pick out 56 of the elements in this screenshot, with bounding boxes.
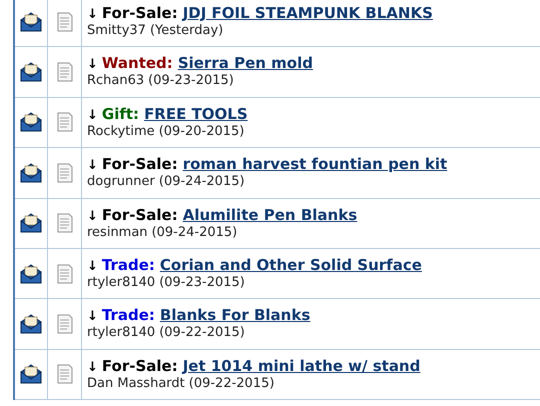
document-icon — [56, 62, 72, 82]
thread-title-link[interactable]: JDJ FOIL STEAMPUNK BLANKS — [182, 4, 433, 22]
envelope-icon — [20, 162, 42, 183]
author-link[interactable]: rtyler8140 — [87, 274, 156, 290]
author-link[interactable]: rtyler8140 — [87, 325, 156, 340]
down-arrow-icon: ↓ — [87, 158, 98, 174]
thread-prefix: Gift: — [102, 104, 140, 123]
document-icon — [56, 314, 72, 334]
envelope-icon — [20, 112, 42, 132]
envelope-icon — [20, 314, 42, 334]
document-icon — [56, 12, 72, 32]
down-arrow-icon: ↓ — [87, 360, 98, 375]
post-date: (09-20-2015) — [158, 124, 244, 139]
post-date: (09-24-2015) — [152, 224, 238, 240]
author-link[interactable]: Dan Masshardt — [87, 376, 185, 391]
thread-title-link[interactable]: roman harvest fountian pen kit — [182, 155, 448, 174]
thread-prefix: For-Sale: — [102, 356, 178, 375]
down-arrow-icon: ↓ — [87, 57, 98, 72]
thread-title-link[interactable]: Corian and Other Solid Surface — [160, 256, 422, 274]
down-arrow-icon: ↓ — [87, 258, 98, 274]
down-arrow-icon: ↓ — [87, 309, 98, 324]
envelope-icon — [20, 264, 42, 284]
thread-title-link[interactable]: Blanks For Blanks — [160, 306, 310, 324]
down-arrow-icon: ↓ — [87, 7, 98, 22]
post-date: (Yesterday) — [150, 23, 224, 38]
post-date: (09-23-2015) — [159, 274, 245, 290]
envelope-icon — [20, 12, 42, 32]
document-icon — [56, 162, 72, 183]
thread-title-link[interactable]: Alumilite Pen Blanks — [182, 206, 358, 224]
author-link[interactable]: Smitty37 — [87, 23, 146, 38]
post-date: (09-23-2015) — [148, 73, 234, 88]
post-date: (09-24-2015) — [158, 174, 245, 190]
document-icon — [56, 112, 72, 132]
document-icon — [56, 213, 72, 234]
thread-title-link[interactable]: FREE TOOLS — [144, 104, 248, 123]
thread-title-link[interactable]: Sierra Pen mold — [178, 54, 313, 72]
thread-prefix: For-Sale: — [102, 206, 178, 224]
thread-title-link[interactable]: Jet 1014 mini lathe w/ stand — [182, 356, 420, 375]
thread-prefix: For-Sale: — [102, 4, 178, 22]
document-icon — [56, 264, 72, 284]
envelope-icon — [20, 62, 42, 82]
post-date: (09-22-2015) — [159, 325, 245, 340]
thread-prefix: Wanted: — [102, 54, 173, 72]
thread-prefix: Trade: — [102, 256, 155, 274]
document-icon — [56, 364, 72, 384]
author-link[interactable]: dogrunner — [87, 174, 155, 190]
thread-prefix: For-Sale: — [102, 155, 178, 174]
thread-prefix: Trade: — [102, 306, 155, 324]
author-link[interactable]: Rchan63 — [87, 73, 144, 88]
down-arrow-icon: ↓ — [87, 108, 98, 123]
post-date: (09-22-2015) — [188, 376, 274, 391]
author-link[interactable]: Rockytime — [87, 124, 155, 139]
envelope-icon — [20, 364, 42, 384]
envelope-icon — [20, 213, 42, 234]
author-link[interactable]: resinman — [87, 224, 148, 240]
down-arrow-icon: ↓ — [87, 208, 98, 224]
